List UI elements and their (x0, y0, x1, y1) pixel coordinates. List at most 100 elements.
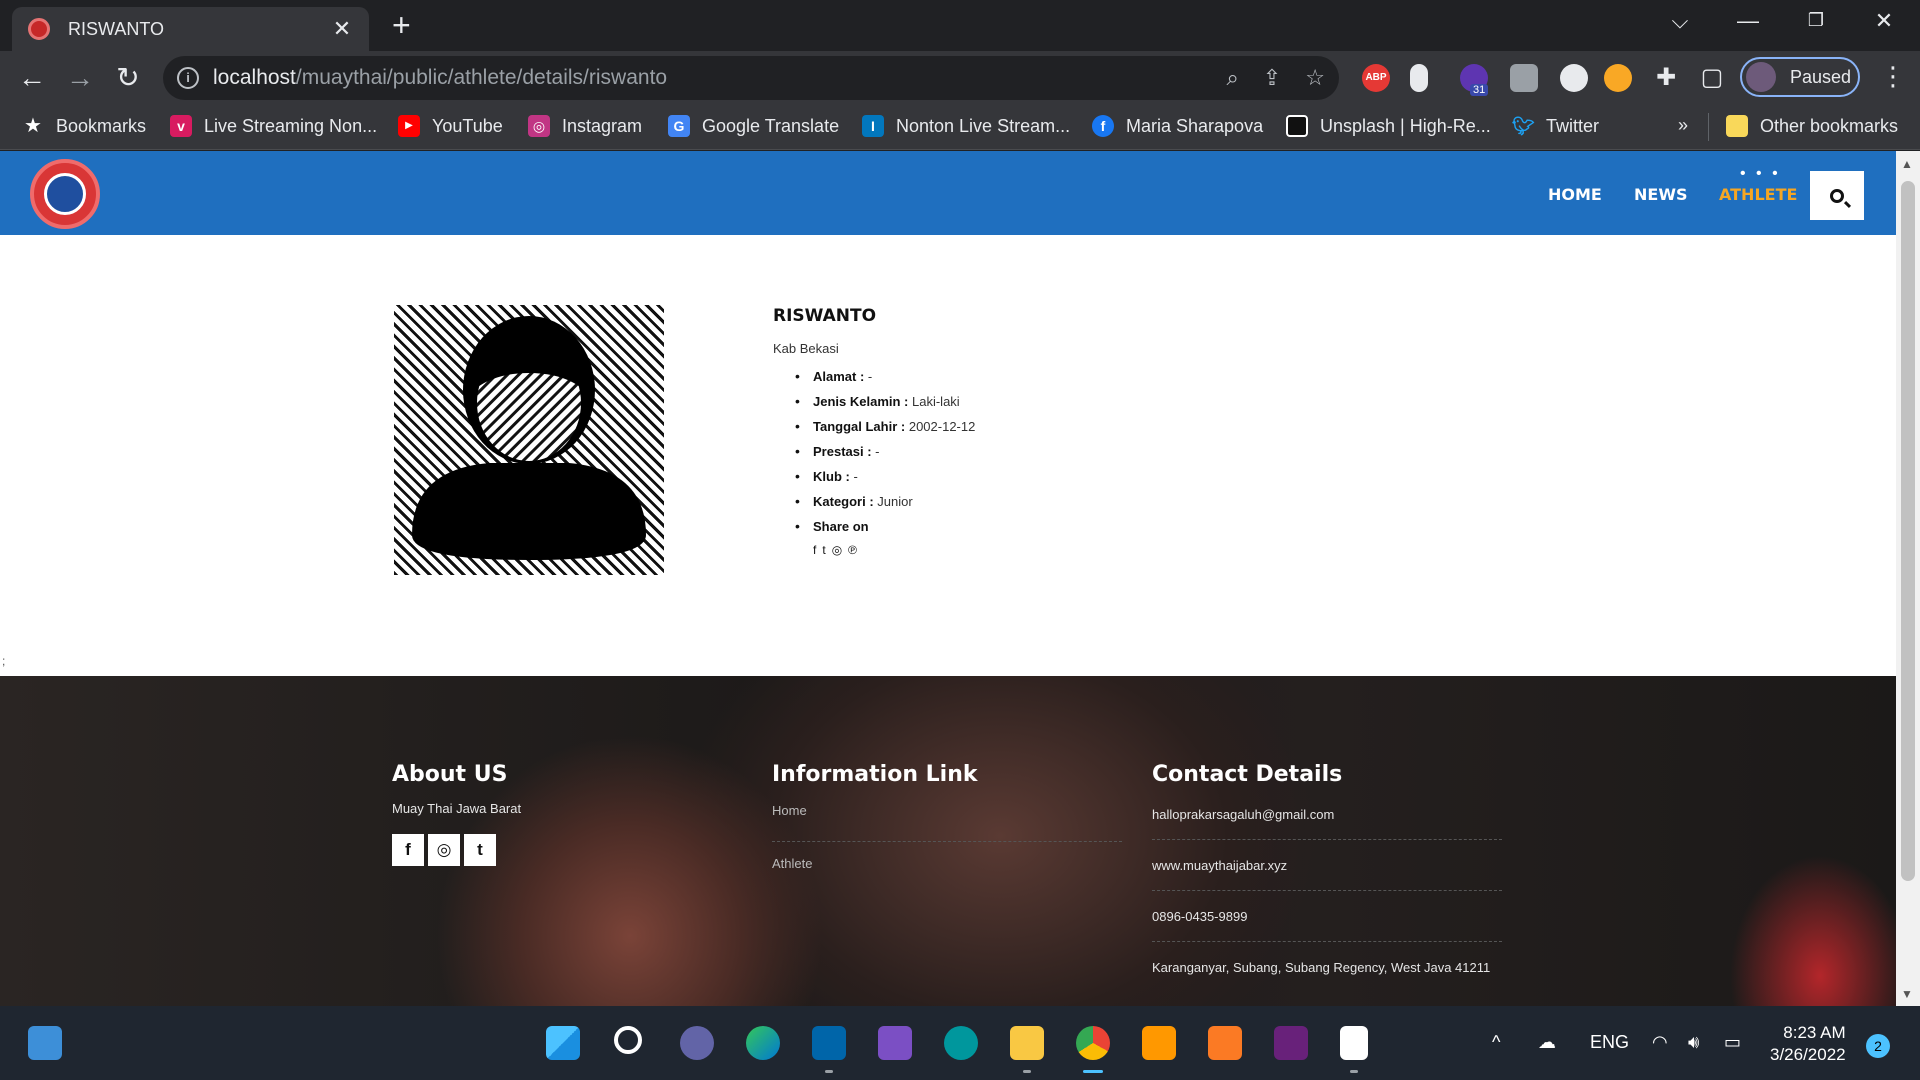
detail-prestasi: Prestasi : - (795, 439, 975, 464)
xampp-icon[interactable] (1208, 1026, 1242, 1060)
tray-overflow-icon[interactable]: ^ (1492, 1032, 1500, 1053)
chrome-icon[interactable] (1076, 1026, 1110, 1060)
bookmark-maria-sharapova[interactable]: f Maria Sharapova (1092, 115, 1263, 137)
sublime-text-icon[interactable] (1142, 1026, 1176, 1060)
footer-link-home[interactable]: Home (772, 801, 1122, 842)
onedrive-icon[interactable]: ☁ (1538, 1032, 1556, 1053)
instagram-icon: ◎ (528, 115, 550, 137)
share-pinterest-icon[interactable]: ℗ (848, 543, 857, 557)
browser-toolbar: ← → ↻ i localhost/muaythai/public/athlet… (0, 51, 1920, 105)
athlete-photo (394, 305, 664, 575)
contact-phone: 0896-0435-9899 (1152, 903, 1502, 942)
tab-search-chevron-icon[interactable]: ⌵ (1660, 8, 1700, 34)
browser-tabstrip: RISWANTO ✕ + ⌵ — ❐ ✕ (0, 0, 1920, 51)
notepad-icon[interactable] (1340, 1026, 1368, 1060)
bookmark-twitter[interactable]: 🐦︎ Twitter (1512, 115, 1599, 137)
browser-tab[interactable]: RISWANTO ✕ (12, 7, 369, 51)
search-icon (1830, 188, 1844, 203)
bookmark-manager[interactable]: ★ Bookmarks (22, 115, 146, 137)
chat-icon[interactable] (680, 1026, 714, 1060)
battery-icon[interactable]: ▭ (1724, 1032, 1741, 1053)
extension-orange-icon[interactable] (1604, 64, 1632, 92)
scroll-thumb[interactable] (1901, 181, 1915, 881)
visual-studio-2-icon[interactable] (1274, 1026, 1308, 1060)
vidio-icon: v (170, 115, 192, 137)
nav-home[interactable]: HOME (1548, 185, 1602, 204)
clock-time: 8:23 AM (1783, 1023, 1846, 1042)
youtube-icon: ▶ (398, 115, 420, 137)
other-bookmarks[interactable]: Other bookmarks (1726, 115, 1898, 137)
site-logo[interactable] (30, 159, 100, 229)
windows-start-icon[interactable] (546, 1026, 580, 1060)
address-bar[interactable]: i localhost/muaythai/public/athlete/deta… (163, 56, 1339, 100)
stray-text: ; (2, 654, 6, 668)
share-twitter-icon[interactable]: t (822, 543, 825, 557)
widgets-icon[interactable] (28, 1026, 62, 1060)
bookmark-live-streaming[interactable]: v Live Streaming Non... (170, 115, 377, 137)
visual-studio-icon[interactable] (878, 1026, 912, 1060)
adblock-plus-icon[interactable]: ABP (1362, 64, 1390, 92)
new-tab-icon[interactable]: + (392, 8, 411, 42)
bookmark-instagram[interactable]: ◎ Instagram (528, 115, 642, 137)
nav-news[interactable]: NEWS (1634, 185, 1688, 204)
shield-icon[interactable] (1510, 64, 1538, 92)
footer-contact: Contact Details halloprakarsagaluh@gmail… (1152, 762, 1502, 1004)
bookmarks-overflow-icon[interactable]: » (1678, 115, 1688, 136)
site-info-icon[interactable]: i (177, 67, 199, 89)
scroll-down-icon[interactable]: ▼ (1901, 987, 1913, 1001)
bookmark-nonton-live[interactable]: I Nonton Live Stream... (862, 115, 1070, 137)
footer-link-athlete[interactable]: Athlete (772, 842, 1122, 886)
extension-bulb-icon[interactable] (1410, 64, 1428, 92)
side-panel-icon[interactable]: ▢ (1694, 61, 1730, 95)
file-explorer-icon[interactable] (1010, 1026, 1044, 1060)
footer-about-title: About US (392, 762, 508, 787)
volume-icon[interactable]: 🔊︎ (1688, 1032, 1699, 1053)
search-button[interactable] (1810, 171, 1864, 220)
twitter-icon: 🐦︎ (1512, 116, 1535, 136)
wifi-icon[interactable]: ◠ (1652, 1032, 1668, 1053)
detail-share-on: Share on (795, 514, 975, 539)
bookmark-google-translate[interactable]: G Google Translate (668, 115, 839, 137)
contact-address: Karanganyar, Subang, Subang Regency, Wes… (1152, 960, 1491, 975)
facebook-icon[interactable]: f (392, 834, 424, 866)
close-tab-icon[interactable]: ✕ (329, 16, 355, 42)
github-icon[interactable]: ◎ (428, 834, 460, 866)
nav-athlete[interactable]: ATHLETE (1719, 185, 1797, 204)
profile-button[interactable]: Paused (1740, 57, 1860, 97)
back-icon[interactable]: ← (14, 61, 50, 95)
extension-penguin-icon[interactable] (1560, 64, 1588, 92)
tv-icon: I (862, 115, 884, 137)
twitter-icon[interactable]: t (464, 834, 496, 866)
browser-menu-icon[interactable]: ⋮ (1880, 61, 1906, 92)
zoom-icon[interactable]: ⌕ (1227, 65, 1239, 91)
language-indicator[interactable]: ENG (1590, 1032, 1629, 1053)
edge-icon[interactable] (746, 1026, 780, 1060)
share-facebook-icon[interactable]: f (813, 543, 816, 557)
forward-icon[interactable]: → (62, 61, 98, 95)
person-silhouette-icon (412, 316, 646, 560)
site-favicon-icon (28, 18, 50, 40)
footer-about-text: Muay Thai Jawa Barat (392, 801, 522, 816)
share-instagram-icon[interactable]: ◎ (832, 543, 842, 557)
restore-icon[interactable]: ❐ (1796, 10, 1836, 31)
vscode-running-indicator (825, 1070, 833, 1073)
bookmark-unsplash[interactable]: Unsplash | High-Re... (1286, 115, 1491, 137)
search-taskbar-icon[interactable] (614, 1026, 642, 1054)
share-icon[interactable]: ⇪ (1263, 65, 1281, 91)
bookmarks-divider (1708, 113, 1709, 141)
notification-badge[interactable]: 2 (1866, 1034, 1890, 1058)
clock-date: 3/26/2022 (1770, 1045, 1846, 1064)
vscode-icon[interactable] (812, 1026, 846, 1060)
reload-icon[interactable]: ↻ (110, 61, 146, 95)
close-window-icon[interactable]: ✕ (1864, 8, 1904, 34)
url-text[interactable]: localhost/muaythai/public/athlete/detail… (213, 66, 1203, 90)
bookmark-youtube[interactable]: ▶ YouTube (398, 115, 503, 137)
page-scrollbar[interactable]: ▲ ▼ (1896, 151, 1920, 1006)
minimize-icon[interactable]: — (1728, 8, 1768, 34)
arduino-icon[interactable] (944, 1026, 978, 1060)
footer-info-title: Information Link (772, 762, 978, 787)
extensions-puzzle-icon[interactable]: ✚ (1648, 61, 1684, 95)
bookmark-star-icon[interactable]: ☆ (1305, 65, 1325, 91)
scroll-up-icon[interactable]: ▲ (1901, 157, 1913, 171)
taskbar-clock[interactable]: 8:23 AM 3/26/2022 (1770, 1022, 1846, 1066)
